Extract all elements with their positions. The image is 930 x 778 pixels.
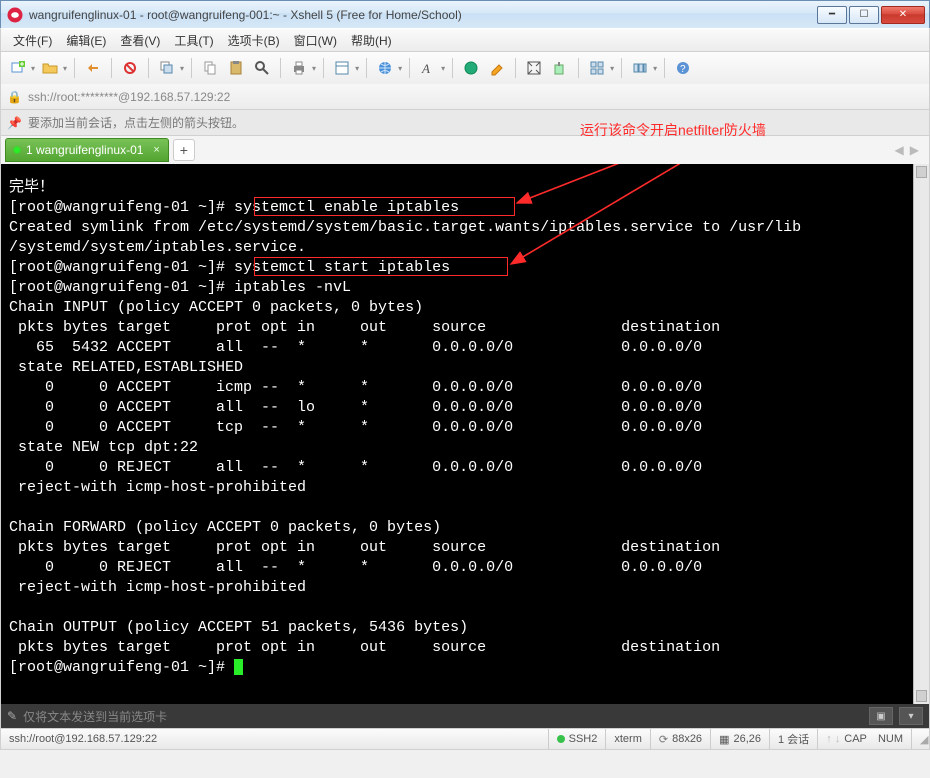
status-connection: ssh://root@192.168.57.129:22	[1, 729, 548, 749]
toolbar-separator	[664, 58, 665, 78]
hint-bar: 📌 要添加当前会话，点击左侧的箭头按钮。	[0, 110, 930, 136]
send-bar: ✎ 仅将文本发送到当前选项卡 ▣ ▾	[0, 704, 930, 728]
menu-tools[interactable]: 工具(T)	[168, 30, 219, 51]
new-session-icon[interactable]	[7, 57, 29, 79]
menu-help[interactable]: 帮助(H)	[345, 30, 398, 51]
status-ssh: SSH2	[548, 729, 606, 749]
terminal-output: 完毕！ [root@wangruifeng-01 ~]# systemctl e…	[9, 178, 921, 678]
toolbar-separator	[452, 58, 453, 78]
dropdown-arrow-icon[interactable]: ▾	[31, 64, 35, 73]
menu-bar: 文件(F) 编辑(E) 查看(V) 工具(T) 选项卡(B) 窗口(W) 帮助(…	[0, 28, 930, 52]
toolbar-separator	[191, 58, 192, 78]
toolbar-separator	[148, 58, 149, 78]
globe-icon[interactable]	[374, 57, 396, 79]
terminal-cursor	[234, 659, 243, 675]
dropdown-arrow-icon[interactable]: ▾	[653, 64, 657, 73]
status-sessions: 1 会话	[769, 729, 817, 749]
new-tab-button[interactable]: +	[173, 139, 195, 161]
menu-window[interactable]: 窗口(W)	[288, 30, 343, 51]
send-icon[interactable]: ✎	[7, 709, 17, 723]
maximize-button[interactable]: ☐	[849, 6, 879, 24]
find-icon[interactable]	[251, 57, 273, 79]
ssh-status-icon	[557, 735, 565, 743]
dropdown-arrow-icon[interactable]: ▾	[610, 64, 614, 73]
status-bar: ssh://root@192.168.57.129:22 SSH2 xterm …	[0, 728, 930, 750]
toolbar-separator	[515, 58, 516, 78]
hint-text: 要添加当前会话，点击左侧的箭头按钮。	[28, 114, 244, 131]
dropdown-arrow-icon[interactable]: ▾	[180, 64, 184, 73]
terminal-scrollbar[interactable]	[913, 164, 929, 704]
status-indicators: ↑ ↓ CAP NUM	[817, 729, 911, 749]
highlight-icon[interactable]	[486, 57, 508, 79]
menu-file[interactable]: 文件(F)	[7, 30, 58, 51]
menu-edit[interactable]: 编辑(E)	[60, 30, 112, 51]
toolbar-separator	[111, 58, 112, 78]
window-title: wangruifenglinux-01 - root@wangruifeng-0…	[25, 8, 817, 22]
disconnect-icon[interactable]	[119, 57, 141, 79]
dropdown-arrow-icon[interactable]: ▾	[398, 64, 402, 73]
toolbar-separator	[74, 58, 75, 78]
color-scheme-icon[interactable]	[460, 57, 482, 79]
send-input[interactable]: 仅将文本发送到当前选项卡	[23, 708, 863, 725]
open-icon[interactable]	[39, 57, 61, 79]
tab-close-icon[interactable]: ×	[153, 144, 159, 156]
dropdown-arrow-icon[interactable]: ▾	[355, 64, 359, 73]
cascade-icon[interactable]	[629, 57, 651, 79]
toolbar-separator	[280, 58, 281, 78]
send-toggle-button[interactable]: ▾	[899, 707, 923, 725]
fullscreen-icon[interactable]	[523, 57, 545, 79]
font-icon[interactable]: A	[417, 57, 439, 79]
properties-icon[interactable]	[331, 57, 353, 79]
address-text[interactable]: ssh://root:********@192.168.57.129:22	[28, 90, 230, 104]
toolbar-separator	[323, 58, 324, 78]
print-icon[interactable]	[288, 57, 310, 79]
menu-view[interactable]: 查看(V)	[114, 30, 166, 51]
svg-text:A: A	[421, 61, 430, 76]
tab-prev-icon[interactable]: ◀	[895, 143, 904, 157]
app-icon	[5, 5, 25, 25]
menu-tabs[interactable]: 选项卡(B)	[222, 30, 286, 51]
dropdown-arrow-icon[interactable]: ▾	[441, 64, 445, 73]
copy-icon[interactable]	[199, 57, 221, 79]
tab-strip: 1 wangruifenglinux-01 × + ◀ ▶	[0, 136, 930, 164]
paste-icon[interactable]	[225, 57, 247, 79]
transparency-icon[interactable]	[549, 57, 571, 79]
reconnect-icon[interactable]	[82, 57, 104, 79]
window-titlebar: wangruifenglinux-01 - root@wangruifeng-0…	[0, 0, 930, 28]
svg-text:?: ?	[680, 64, 686, 75]
minimize-button[interactable]: ━	[817, 6, 847, 24]
toolbar: ▾ ▾ ▾ ▾ ▾ ▾ A ▾ ▾ ▾?	[0, 52, 930, 84]
tab-next-icon[interactable]: ▶	[910, 143, 919, 157]
toolbar-separator	[578, 58, 579, 78]
status-term: xterm	[605, 729, 650, 749]
dropdown-arrow-icon[interactable]: ▾	[63, 64, 67, 73]
toolbar-separator	[621, 58, 622, 78]
status-size: ⟳ 88x26	[650, 729, 710, 749]
resize-grip[interactable]: ◢	[911, 729, 929, 749]
dropdown-arrow-icon[interactable]: ▾	[312, 64, 316, 73]
annotation-text: 运行该命令开启netfilter防火墙	[580, 120, 766, 140]
pin-icon[interactable]: 📌	[7, 116, 22, 130]
status-dot-icon	[14, 147, 20, 153]
status-pos: ▦ 26,26	[710, 729, 769, 749]
help-icon[interactable]: ?	[672, 57, 694, 79]
copy-session-icon[interactable]	[156, 57, 178, 79]
address-bar: 🔒 ssh://root:********@192.168.57.129:22	[0, 84, 930, 110]
send-target-button[interactable]: ▣	[869, 707, 893, 725]
toolbar-separator	[409, 58, 410, 78]
session-tab[interactable]: 1 wangruifenglinux-01 ×	[5, 138, 169, 162]
lock-icon: 🔒	[7, 90, 22, 104]
position-icon: ▦	[719, 733, 729, 746]
close-button[interactable]: ✕	[881, 6, 925, 24]
toolbar-separator	[366, 58, 367, 78]
tile-icon[interactable]	[586, 57, 608, 79]
tab-label: 1 wangruifenglinux-01	[26, 143, 143, 157]
terminal[interactable]: 完毕！ [root@wangruifeng-01 ~]# systemctl e…	[0, 164, 930, 704]
